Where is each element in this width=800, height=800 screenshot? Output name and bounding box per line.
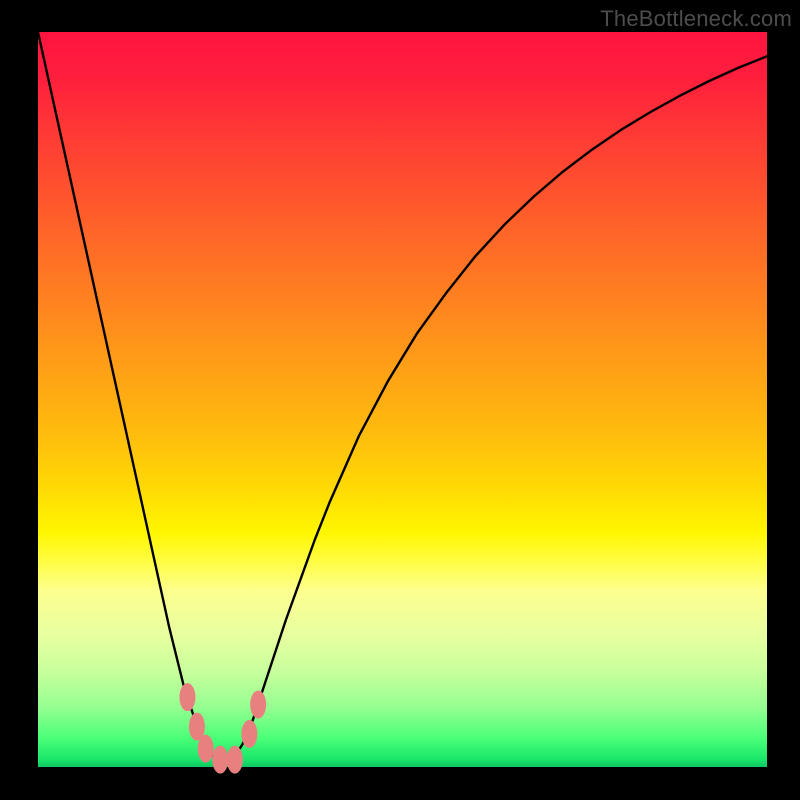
curve-marker — [212, 746, 228, 774]
curve-marker — [198, 735, 214, 763]
curve-marker — [179, 683, 195, 711]
chart-frame: TheBottleneck.com — [0, 0, 800, 800]
curve-marker — [241, 720, 257, 748]
bottleneck-curve-svg — [38, 32, 767, 767]
curve-marker — [227, 746, 243, 774]
bottleneck-curve — [38, 32, 767, 760]
curve-markers — [179, 683, 266, 773]
curve-marker — [250, 691, 266, 719]
watermark-label: TheBottleneck.com — [600, 6, 792, 32]
plot-area — [38, 32, 767, 767]
